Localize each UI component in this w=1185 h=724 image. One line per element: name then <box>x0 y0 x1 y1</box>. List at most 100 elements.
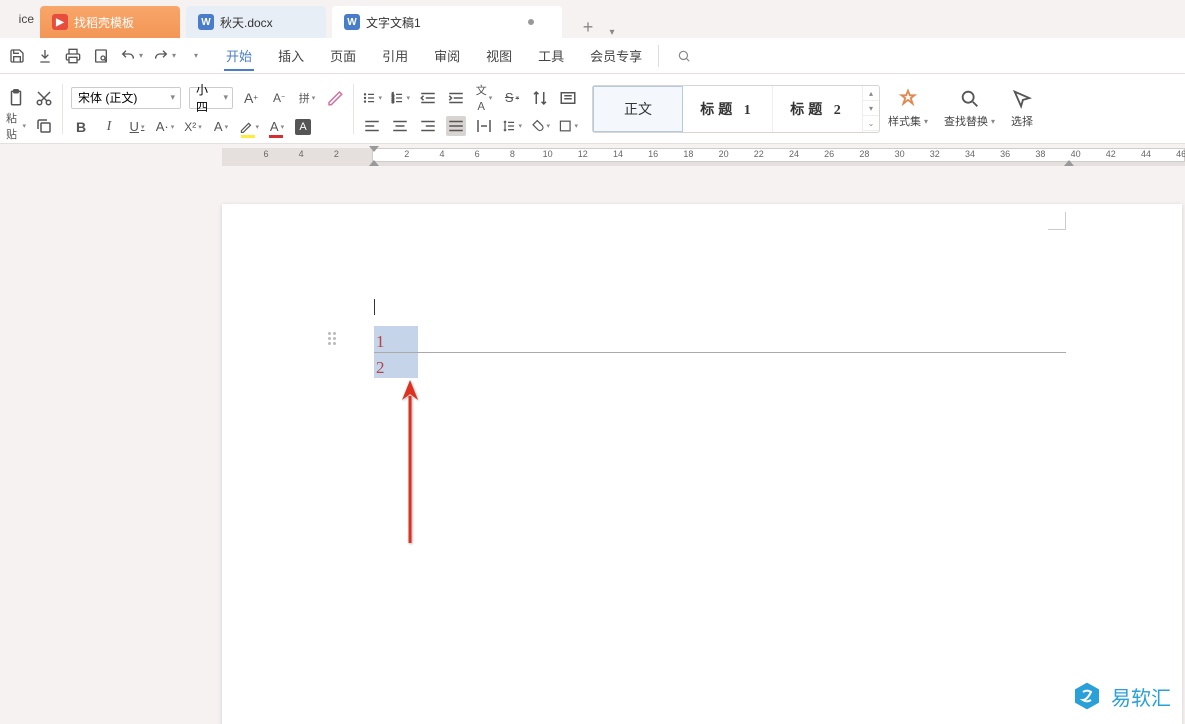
shrink-font-icon[interactable]: A− <box>269 88 289 108</box>
first-line-indent-marker[interactable] <box>369 146 379 152</box>
select-button[interactable]: 选择 <box>1003 84 1041 133</box>
search-button[interactable] <box>673 47 691 65</box>
doc-text-line1[interactable]: 1 <box>376 332 385 352</box>
emphasis-icon[interactable]: A· <box>155 117 175 137</box>
styleset-button[interactable]: 样式集▾ <box>880 84 936 133</box>
menu-start[interactable]: 开始 <box>224 40 254 71</box>
number-list-icon[interactable]: 123 <box>390 88 410 108</box>
style-gallery-spinner[interactable]: ▴▾⌄ <box>863 86 879 131</box>
italic-icon[interactable]: I <box>99 117 119 137</box>
ruler-tick: 34 <box>965 149 975 159</box>
superscript-icon[interactable]: X² <box>183 117 203 137</box>
qat-more-icon[interactable]: ▾ <box>194 51 198 60</box>
shading-icon[interactable] <box>530 116 550 136</box>
template-icon: ▶ <box>52 14 68 30</box>
menu-view[interactable]: 视图 <box>484 40 514 71</box>
ruler-tick: 32 <box>930 149 940 159</box>
paste-label: 粘贴 <box>6 110 20 142</box>
tab-templates[interactable]: ▶ 找稻壳模板 <box>40 6 180 38</box>
ruler-tick: 8 <box>510 149 515 159</box>
phonetic-icon[interactable]: 拼 <box>297 88 317 108</box>
save-icon[interactable] <box>8 47 26 65</box>
paste-button[interactable]: 粘贴 <box>6 116 26 136</box>
underline-icon[interactable]: U <box>127 117 147 137</box>
document-page[interactable]: 1 2 <box>222 204 1182 724</box>
ruler-tick: 24 <box>789 149 799 159</box>
menu-member[interactable]: 会员专享 <box>588 40 644 71</box>
align-right-icon[interactable] <box>418 116 438 136</box>
word-icon: W <box>198 14 214 30</box>
distribute-icon[interactable] <box>474 116 494 136</box>
show-marks-icon[interactable] <box>558 88 578 108</box>
print-icon[interactable] <box>64 47 82 65</box>
strikethrough-icon[interactable]: S <box>502 88 522 108</box>
line-spacing-icon[interactable] <box>502 116 522 136</box>
horizontal-ruler[interactable]: 6422468101214161820222426283032343638404… <box>222 148 1185 166</box>
color-swatch <box>269 135 283 138</box>
watermark-logo-icon <box>1071 680 1103 712</box>
menu-ref[interactable]: 引用 <box>380 40 410 71</box>
bold-icon[interactable]: B <box>71 117 91 137</box>
chevron-down-icon: ▾ <box>172 51 176 60</box>
style-heading1[interactable]: 标题 1 <box>683 86 773 132</box>
tab-menu-button[interactable]: ▾ <box>602 27 622 38</box>
text-direction-icon[interactable]: 文Ａ <box>474 88 494 108</box>
watermark-text: 易软汇 <box>1111 682 1171 711</box>
unsaved-dot-icon <box>528 19 534 25</box>
preview-icon[interactable] <box>92 47 110 65</box>
font-color-icon[interactable]: A <box>267 117 287 137</box>
font-name-select[interactable]: 宋体 (正文) <box>71 87 181 109</box>
copy-icon[interactable] <box>34 116 54 136</box>
style-normal[interactable]: 正文 <box>593 86 683 132</box>
undo-button[interactable]: ▾ <box>120 48 143 64</box>
cut-icon[interactable] <box>34 88 54 108</box>
menu-review[interactable]: 审阅 <box>432 40 462 71</box>
menu-page[interactable]: 页面 <box>328 40 358 71</box>
menu-items: 开始 插入 页面 引用 审阅 视图 工具 会员专享 <box>224 40 644 71</box>
clipboard-group: 粘贴 <box>4 82 60 136</box>
style-heading2[interactable]: 标题 2 <box>773 86 863 132</box>
font-size-select[interactable]: 小四 <box>189 87 233 109</box>
output-icon[interactable] <box>36 47 54 65</box>
sort-icon[interactable] <box>530 88 550 108</box>
horizontal-rule <box>374 352 1066 353</box>
redo-button[interactable]: ▾ <box>153 48 176 64</box>
right-indent-marker[interactable] <box>1064 160 1074 166</box>
ruler-tick: 44 <box>1141 149 1151 159</box>
styleset-label: 样式集 <box>888 113 921 129</box>
align-justify-icon[interactable] <box>446 116 466 136</box>
indent-icon[interactable] <box>446 88 466 108</box>
char-shading-icon[interactable]: A <box>295 119 311 135</box>
border-icon[interactable] <box>558 116 578 136</box>
ruler-tick: 40 <box>1071 149 1081 159</box>
font-size-value: 小四 <box>196 81 216 115</box>
watermark: 易软汇 <box>1071 680 1171 712</box>
highlight-icon[interactable] <box>239 117 259 137</box>
align-center-icon[interactable] <box>390 116 410 136</box>
bullet-list-icon[interactable] <box>362 88 382 108</box>
menu-insert[interactable]: 插入 <box>276 40 306 71</box>
align-left-icon[interactable] <box>362 116 382 136</box>
ruler-tick: 2 <box>404 149 409 159</box>
clear-format-icon[interactable] <box>325 88 345 108</box>
find-replace-button[interactable]: 查找替换▾ <box>936 84 1003 133</box>
paragraph-group: 123 文Ａ S <box>356 82 584 136</box>
hanging-indent-marker[interactable] <box>369 160 379 166</box>
doc-text-line2[interactable]: 2 <box>376 358 385 378</box>
ruler-tick: 4 <box>439 149 444 159</box>
separator <box>658 45 659 67</box>
font-name-value: 宋体 (正文) <box>78 89 137 106</box>
ruler-tick: 42 <box>1106 149 1116 159</box>
outdent-icon[interactable] <box>418 88 438 108</box>
paste-icon[interactable] <box>6 88 26 108</box>
ribbon: 粘贴 宋体 (正文) 小四 A+ A− 拼 B I U A· X² A A A <box>0 74 1185 144</box>
tab-doc-2[interactable]: W 文字文稿1 <box>332 6 562 38</box>
ruler-tick: 22 <box>754 149 764 159</box>
grow-font-icon[interactable]: A+ <box>241 88 261 108</box>
font-effects-icon[interactable]: A <box>211 117 231 137</box>
drag-handle-icon[interactable] <box>328 332 336 345</box>
new-tab-button[interactable]: + <box>574 17 602 38</box>
ruler-tick: 6 <box>475 149 480 159</box>
menu-tool[interactable]: 工具 <box>536 40 566 71</box>
tab-doc-1[interactable]: W 秋天.docx <box>186 6 326 38</box>
